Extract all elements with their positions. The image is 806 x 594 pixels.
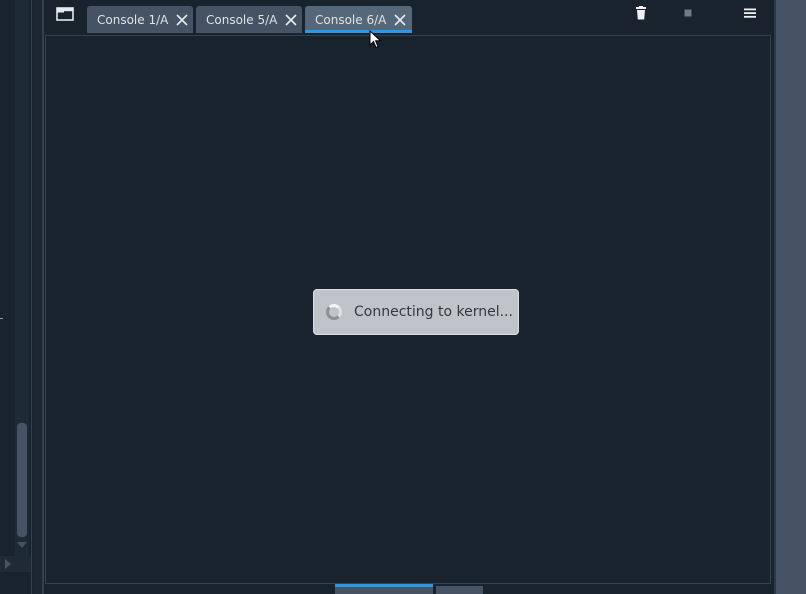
right-panel-edge bbox=[774, 0, 806, 594]
tab-console-5a[interactable]: Console 5/A bbox=[196, 6, 302, 33]
pane-border bbox=[42, 0, 44, 594]
close-icon[interactable] bbox=[175, 13, 189, 27]
loading-text: Connecting to kernel... bbox=[354, 304, 513, 320]
tab-label: Console 1/A bbox=[97, 12, 169, 27]
interrupt-kernel-button[interactable] bbox=[678, 4, 698, 22]
tab-label: Console 5/A bbox=[206, 12, 278, 27]
panel-border bbox=[31, 0, 32, 594]
editor-panel-edge bbox=[0, 0, 34, 594]
trash-icon bbox=[636, 6, 646, 20]
mouse-cursor-icon bbox=[369, 30, 382, 49]
hamburger-menu-icon bbox=[744, 8, 756, 18]
loading-indicator: Connecting to kernel... bbox=[313, 289, 519, 335]
spyder-window: Console 1/A Console 5/A Console 6/A Conn… bbox=[0, 0, 806, 594]
bottom-pane-tab[interactable] bbox=[436, 586, 483, 594]
tab-console-6a[interactable]: Console 6/A bbox=[305, 6, 412, 33]
editor-scrollbar-thumb[interactable] bbox=[17, 423, 27, 537]
browse-tabs-button[interactable] bbox=[54, 4, 76, 24]
bottom-pane-tab-active[interactable] bbox=[335, 584, 433, 594]
scroll-down-arrow-icon[interactable] bbox=[17, 542, 27, 548]
gutter-marker bbox=[0, 318, 3, 319]
tab-label: Console 6/A bbox=[315, 12, 387, 27]
remove-all-variables-button[interactable] bbox=[631, 4, 651, 22]
panel-border bbox=[774, 0, 776, 594]
spinner-icon bbox=[326, 304, 342, 320]
splitter[interactable] bbox=[34, 0, 42, 594]
stop-icon bbox=[684, 9, 692, 17]
console-tab-bar: Console 1/A Console 5/A Console 6/A bbox=[44, 0, 772, 36]
tab-console-1a[interactable]: Console 1/A bbox=[87, 6, 193, 33]
close-icon[interactable] bbox=[393, 13, 407, 27]
scroll-right-arrow-icon[interactable] bbox=[5, 559, 11, 569]
options-menu-button[interactable] bbox=[740, 4, 760, 22]
browse-tabs-icon bbox=[56, 7, 74, 21]
close-icon[interactable] bbox=[284, 13, 298, 27]
